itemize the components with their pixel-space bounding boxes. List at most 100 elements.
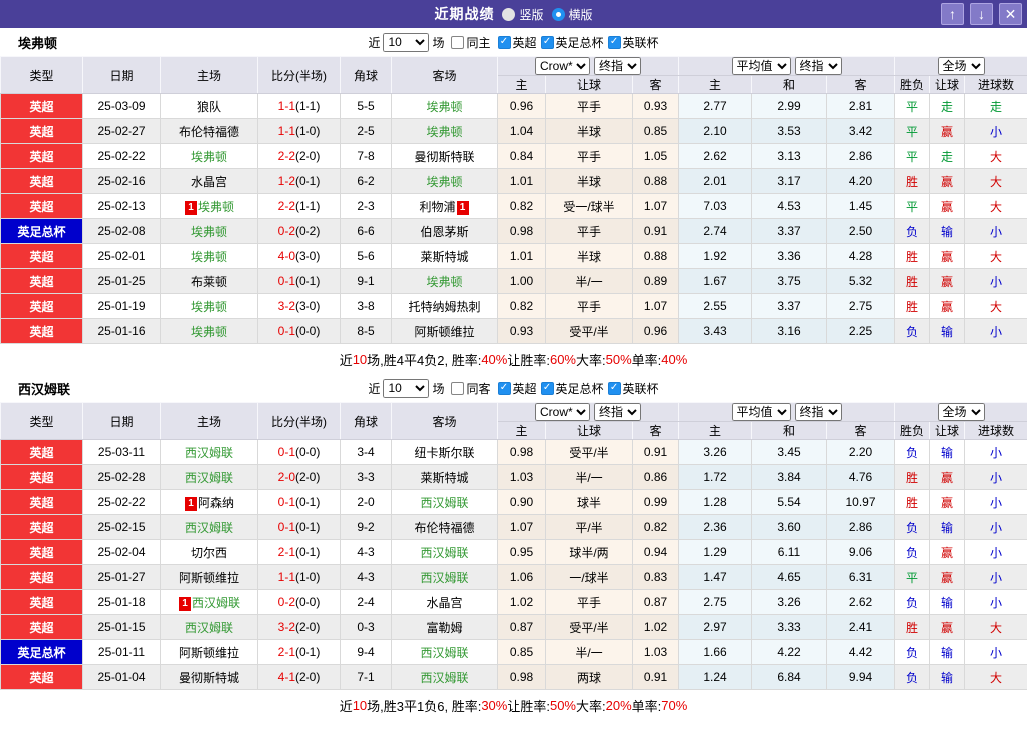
average-select[interactable]: 平均值	[731, 57, 791, 75]
match-row: 英超 25-02-15 西汉姆联 0-1(0-1) 9-2 布伦特福德 1.07 平/半 0.8…	[0, 514, 1027, 540]
titlebar: 近期战绩 竖版 横版 ↑ ↓ ✕	[0, 0, 1027, 28]
league-checkbox[interactable]: ✓	[497, 381, 511, 395]
league-filter[interactable]: ✓ 英足总杯	[540, 34, 604, 51]
handicap-away-odds: 0.86	[632, 464, 679, 490]
summary-text: 近	[339, 352, 353, 368]
odds-stage-select[interactable]: 终指	[594, 57, 641, 75]
league-checkbox[interactable]: ✓	[540, 381, 554, 395]
layout-horizontal-option[interactable]: 横版	[551, 6, 593, 23]
avg-home-odds: 1.28	[678, 489, 752, 515]
league-badge: 英超	[0, 243, 83, 269]
scroll-up-button[interactable]: ↑	[941, 3, 964, 25]
league-checkbox[interactable]: ✓	[540, 35, 554, 49]
team-name-text: 莱斯特城	[420, 249, 469, 264]
handicap-away-odds: 0.94	[632, 539, 679, 565]
corner-score: 3-4	[340, 439, 392, 465]
league-badge: 英超	[0, 664, 83, 690]
league-filter[interactable]: ✓ 英联杯	[607, 34, 659, 51]
corner-score: 4-3	[340, 539, 392, 565]
average-select[interactable]: 平均值	[731, 403, 791, 421]
column-header: 客场	[391, 56, 498, 94]
filter-bar: 近 10 场 同客 ✓ 英超 ✓ 英足总杯 ✓ 英联杯	[368, 378, 659, 398]
handicap-home-odds: 0.85	[497, 639, 546, 665]
scroll-down-button[interactable]: ↓	[970, 3, 993, 25]
red-card-badge: 1	[184, 496, 197, 511]
column-subheader: 让球	[929, 421, 966, 440]
handicap-home-odds: 1.06	[497, 564, 546, 590]
team-name-text: 布伦特福德	[178, 124, 239, 139]
avg-draw-odds: 3.37	[751, 218, 827, 244]
match-count-select[interactable]: 10	[383, 378, 430, 398]
league-filter[interactable]: ✓ 英超	[497, 34, 537, 51]
horizontal-radio[interactable]	[551, 7, 565, 21]
avg-away-odds: 3.42	[825, 118, 896, 144]
average-stage-select[interactable]: 终指	[794, 57, 842, 75]
handicap-away-odds: 1.07	[632, 193, 679, 219]
team-name-text: 埃弗顿	[426, 124, 463, 139]
league-badge: 英超	[0, 318, 83, 344]
league-filter[interactable]: ✓ 英足总杯	[540, 380, 604, 397]
league-badge: 英超	[0, 589, 83, 615]
average-group-header: 平均值 终指	[677, 402, 896, 422]
match-date: 25-02-16	[82, 168, 161, 194]
page-title: 近期战绩	[434, 6, 495, 22]
league-checkbox[interactable]: ✓	[607, 35, 621, 49]
handicap-line: 受平/半	[545, 439, 633, 465]
score: 0-1(0-1)	[257, 268, 341, 294]
same-venue-filter[interactable]: 同主	[451, 34, 491, 51]
avg-draw-odds: 3.60	[751, 514, 827, 540]
handicap-line: 平手	[545, 218, 633, 244]
handicap-home-odds: 0.93	[497, 318, 546, 344]
match-date: 25-01-16	[82, 318, 161, 344]
corner-score: 7-1	[340, 664, 392, 690]
team-name-text: 西汉姆联	[420, 670, 469, 685]
close-button[interactable]: ✕	[999, 3, 1022, 25]
same-venue-checkbox[interactable]	[451, 35, 465, 49]
corner-score: 4-3	[340, 564, 392, 590]
match-row: 英超 25-01-25 布莱顿 0-1(0-1) 9-1 埃弗顿 1.00 半/一 0.89 1.…	[0, 268, 1027, 294]
result-handicap: 输	[929, 514, 966, 540]
league-checkbox[interactable]: ✓	[497, 35, 511, 49]
league-badge: 英超	[0, 268, 83, 294]
odds-company-select[interactable]: Crow*	[535, 57, 590, 75]
handicap-away-odds: 0.89	[632, 268, 679, 294]
handicap-home-odds: 0.84	[497, 143, 546, 169]
column-subheader: 胜负	[894, 421, 931, 440]
match-count-select[interactable]: 10	[383, 32, 430, 52]
score: 0-1(0-0)	[257, 439, 341, 465]
league-badge: 英超	[0, 118, 83, 144]
handicap-home-odds: 1.04	[497, 118, 546, 144]
layout-vertical-option[interactable]: 竖版	[502, 6, 544, 23]
score: 1-1(1-0)	[257, 564, 341, 590]
column-header: 主场	[160, 56, 258, 94]
scope-select[interactable]: 全场	[937, 403, 985, 421]
league-filter[interactable]: ✓ 英联杯	[607, 380, 659, 397]
avg-draw-odds: 3.37	[751, 293, 827, 319]
same-venue-checkbox[interactable]	[451, 381, 465, 395]
odds-stage-select[interactable]: 终指	[594, 403, 641, 421]
scope-select[interactable]: 全场	[937, 57, 985, 75]
avg-away-odds: 2.75	[825, 293, 896, 319]
score: 2-2(1-1)	[257, 193, 341, 219]
league-filters: ✓ 英超 ✓ 英足总杯 ✓ 英联杯	[494, 380, 659, 397]
match-row: 英超 25-01-19 埃弗顿 3-2(3-0) 3-8 托特纳姆热刺 0.82 平手 1.07…	[0, 293, 1027, 319]
league-badge: 英超	[0, 539, 83, 565]
avg-home-odds: 2.55	[678, 293, 752, 319]
corner-score: 6-2	[340, 168, 392, 194]
avg-home-odds: 1.92	[678, 243, 752, 269]
odds-company-select[interactable]: Crow*	[535, 403, 590, 421]
league-checkbox[interactable]: ✓	[607, 381, 621, 395]
league-filter[interactable]: ✓ 英超	[497, 380, 537, 397]
result-handicap: 赢	[929, 564, 966, 590]
league-badge: 英足总杯	[0, 218, 83, 244]
team-name-text: 阿斯顿维拉	[414, 324, 475, 339]
same-venue-filter[interactable]: 同客	[451, 380, 491, 397]
summary-text: 让胜率:	[507, 698, 550, 714]
column-header: 主场	[160, 402, 258, 440]
vertical-radio[interactable]	[502, 7, 516, 21]
handicap-home-odds: 0.98	[497, 439, 546, 465]
handicap-away-odds: 0.93	[632, 93, 679, 119]
avg-draw-odds: 3.45	[751, 439, 827, 465]
avg-home-odds: 1.29	[678, 539, 752, 565]
average-stage-select[interactable]: 终指	[794, 403, 842, 421]
